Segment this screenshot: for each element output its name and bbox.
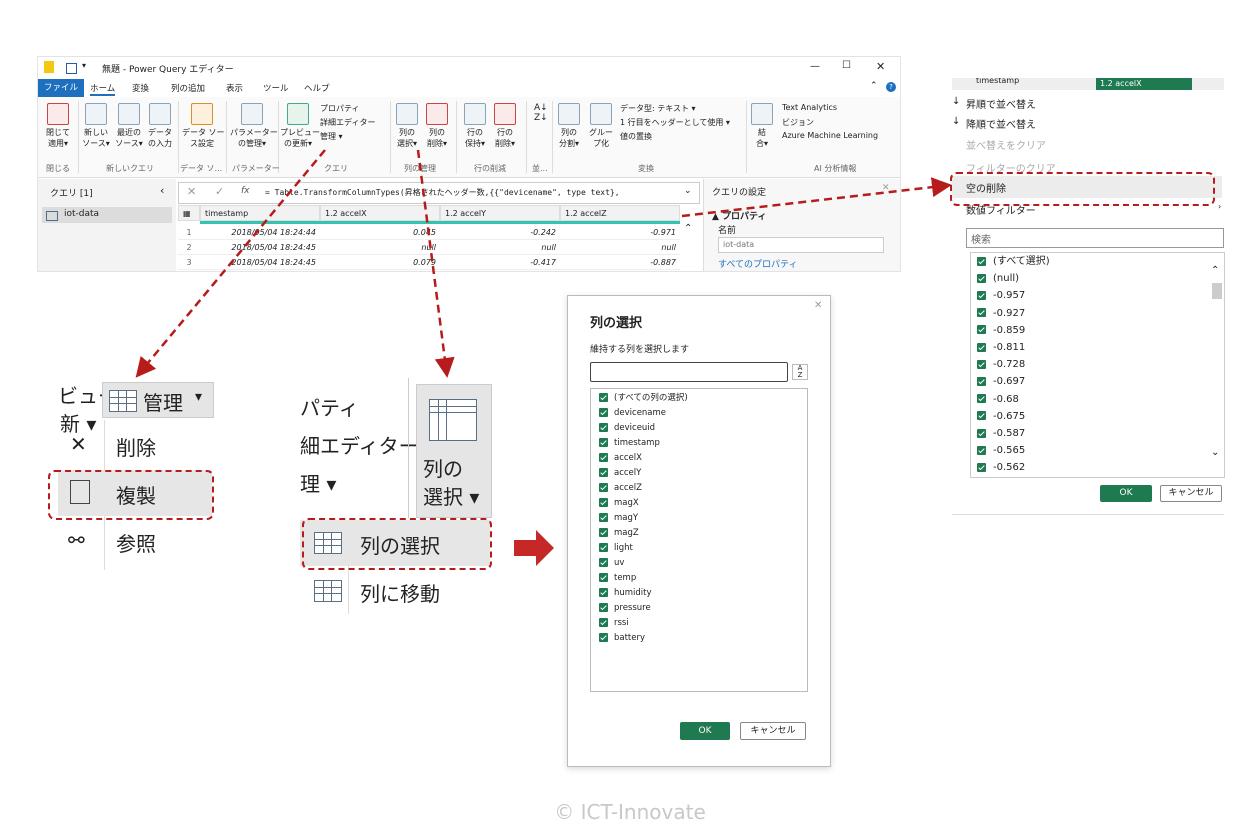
arrow-to-filter-dropdown (681, 177, 952, 218)
arrow-to-manage-menu (135, 149, 326, 378)
big-right-arrow (514, 530, 554, 566)
annotation-arrows (135, 149, 952, 566)
arrow-to-choose-columns (416, 149, 455, 378)
copyright-text: © ICT-Innovate (554, 800, 706, 824)
